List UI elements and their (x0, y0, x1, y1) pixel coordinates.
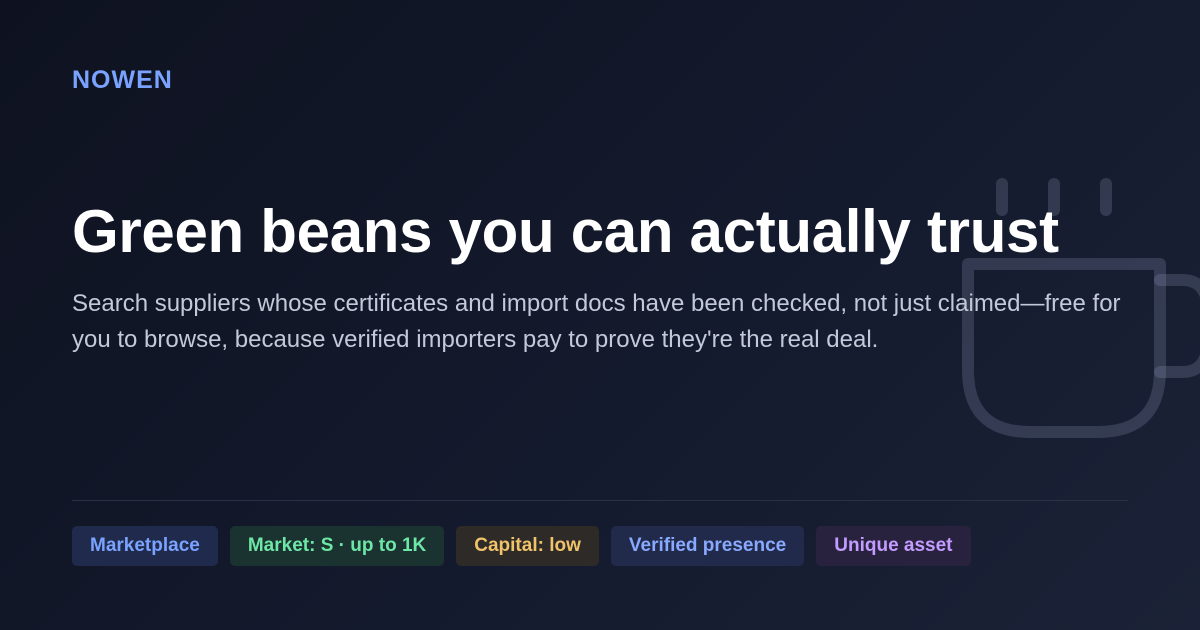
tag-marketplace: Marketplace (72, 526, 218, 566)
tag-capital: Capital: low (456, 526, 599, 566)
section-divider (72, 500, 1128, 501)
page-subtext: Search suppliers whose certificates and … (72, 290, 1121, 353)
tag-list: Marketplace Market: S · up to 1K Capital… (72, 526, 971, 566)
page-headline: Green beans you can actually trust (72, 198, 1059, 265)
tag-market-size: Market: S · up to 1K (229, 526, 445, 566)
tag-unique-asset: Unique asset (816, 526, 971, 566)
tag-verified-presence: Verified presence (610, 526, 805, 566)
brand-logo: NOWEN (72, 66, 173, 94)
